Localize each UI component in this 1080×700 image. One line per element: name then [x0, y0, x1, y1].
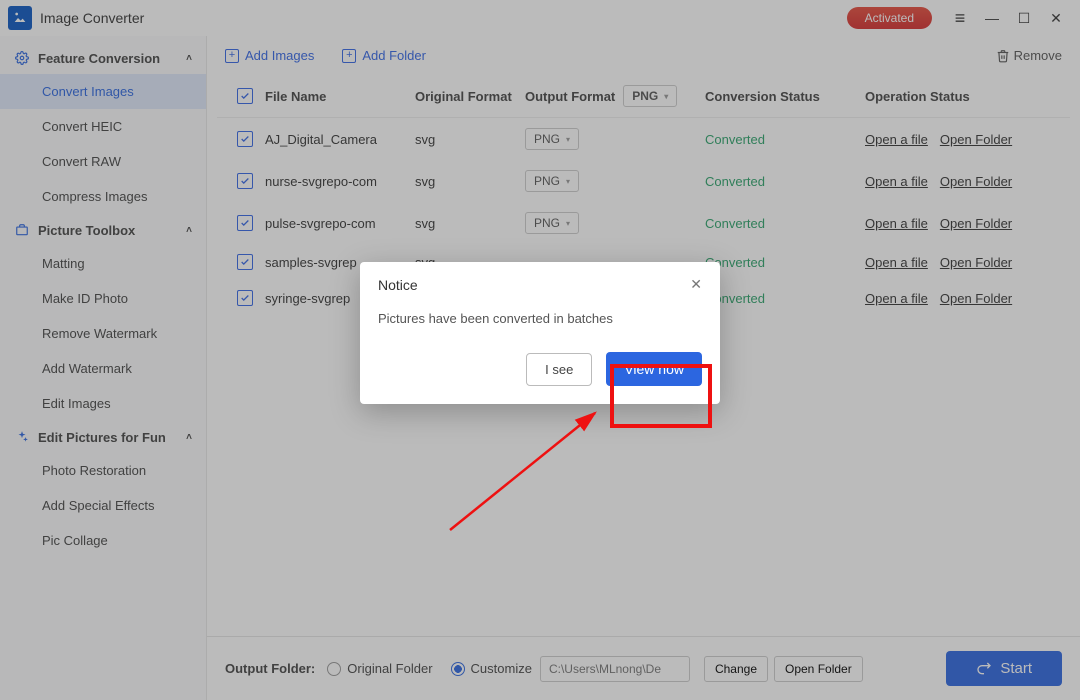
i-see-button[interactable]: I see	[526, 353, 592, 386]
modal-title: Notice	[378, 277, 418, 293]
modal-close-button[interactable]: ✕	[690, 276, 702, 293]
modal-message: Pictures have been converted in batches	[360, 303, 720, 352]
view-now-button[interactable]: View now	[606, 352, 702, 386]
notice-modal: Notice ✕ Pictures have been converted in…	[360, 262, 720, 404]
app-root: Image Converter Activated ≡ — ☐ ✕ Featur…	[0, 0, 1080, 700]
